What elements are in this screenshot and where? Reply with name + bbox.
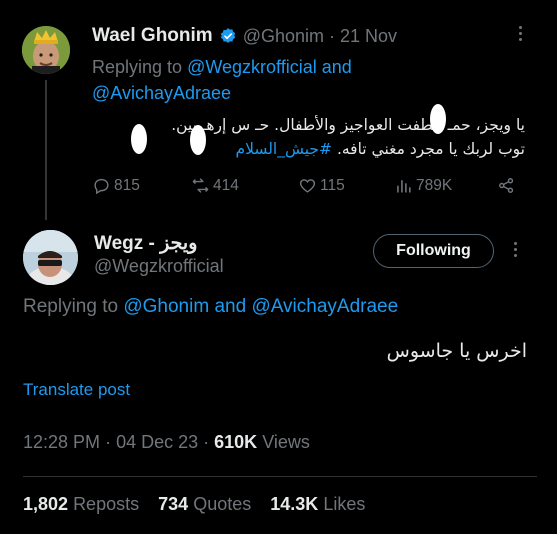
tweet-thread: Wael Ghonim @Ghonim · 21 Nov Replying to… xyxy=(0,0,557,534)
views-button[interactable]: 789K xyxy=(394,176,452,195)
views-icon xyxy=(397,179,411,193)
more-icon[interactable] xyxy=(519,26,523,41)
tweet-date[interactable]: 04 Dec 23 xyxy=(116,432,198,452)
author-name[interactable]: Wegz - ويجز xyxy=(94,232,197,255)
replying-prefix: Replying to xyxy=(23,296,119,317)
author-handle[interactable]: @Ghonim xyxy=(243,26,324,47)
separator-dot: · xyxy=(329,25,336,46)
quotes-stat[interactable]: 734 Quotes xyxy=(158,494,251,514)
replying-to: Replying to @Ghonim and @AvichayAdraee xyxy=(23,296,398,318)
like-count: 115 xyxy=(320,176,345,194)
hashtag-link[interactable]: #جيش_السلام xyxy=(236,140,332,158)
repost-button[interactable]: 414 xyxy=(191,176,239,195)
divider xyxy=(23,476,537,477)
reposts-stat[interactable]: 1,802 Reposts xyxy=(23,494,139,514)
mention-and: and xyxy=(321,57,352,77)
likes-count: 14.3K xyxy=(270,494,319,514)
reply-icon xyxy=(94,178,109,195)
replying-prefix: Replying to xyxy=(92,57,183,77)
likes-label: Likes xyxy=(323,494,366,514)
engagement-stats: 1,802 Reposts 734 Quotes 14.3K Likes xyxy=(23,494,365,515)
tweet-time[interactable]: 12:28 PM xyxy=(23,432,100,452)
parent-tweet[interactable]: Wael Ghonim @Ghonim · 21 Nov Replying to… xyxy=(0,0,557,220)
avatar[interactable] xyxy=(22,26,70,74)
reposts-label: Reposts xyxy=(73,494,140,514)
reposts-count: 1,802 xyxy=(23,494,69,514)
verified-badge-icon xyxy=(220,28,235,43)
mention-link[interactable]: @Wegzkrofficial xyxy=(187,57,317,77)
mention-link[interactable]: @AvichayAdraee xyxy=(92,83,231,103)
avatar[interactable] xyxy=(23,230,78,285)
tweet-text-line: يا ويجز، حمـ خطفت العواجيز والأطفال. حـ … xyxy=(171,116,525,134)
more-icon[interactable] xyxy=(514,242,518,257)
share-icon xyxy=(499,178,514,193)
author-handle[interactable]: @Wegzkrofficial xyxy=(94,256,224,277)
tweet-text-line: توب لربك يا مجرد مغني تافه. #جيش_السلام xyxy=(90,137,525,161)
thread-connector-line xyxy=(45,80,47,220)
separator-dot: · xyxy=(105,432,117,452)
parent-tweet-text: يا ويجز، حمـ خطفت العواجيز والأطفال. حـ … xyxy=(90,113,525,161)
share-button[interactable] xyxy=(497,176,516,195)
redaction-mark xyxy=(430,104,446,134)
repost-count: 414 xyxy=(213,176,239,194)
quotes-label: Quotes xyxy=(193,494,252,514)
views-label: Views xyxy=(262,432,310,452)
redaction-mark xyxy=(131,124,147,154)
following-button[interactable]: Following xyxy=(373,234,494,268)
like-button[interactable]: 115 xyxy=(298,176,345,195)
tweet-meta: 12:28 PM · 04 Dec 23 · 610K Views xyxy=(23,432,310,453)
repost-icon xyxy=(192,178,209,193)
replying-to: Replying to @Wegzkrofficial and @Avichay… xyxy=(92,54,422,106)
quotes-count: 734 xyxy=(158,494,189,514)
mention-and: and xyxy=(214,296,247,317)
reply-count: 815 xyxy=(114,176,140,194)
heart-icon xyxy=(299,179,316,193)
parent-tweet-actions: 815 414 115 789K xyxy=(92,176,522,200)
reply-button[interactable]: 815 xyxy=(92,176,140,195)
parent-tweet-header: Wael Ghonim @Ghonim · 21 Nov xyxy=(92,24,397,48)
likes-stat[interactable]: 14.3K Likes xyxy=(270,494,365,514)
views-count: 789K xyxy=(416,176,453,194)
mention-link[interactable]: @Ghonim xyxy=(123,296,209,317)
mention-link[interactable]: @AvichayAdraee xyxy=(251,296,398,317)
tweet-text-fragment: توب لربك يا مجرد مغني تافه. xyxy=(336,140,525,158)
translate-post-link[interactable]: Translate post xyxy=(23,380,130,400)
author-name[interactable]: Wael Ghonim xyxy=(92,25,213,47)
views-count: 610K xyxy=(214,432,258,452)
tweet-date[interactable]: 21 Nov xyxy=(340,26,397,47)
tweet-text: اخرس يا جاسوس xyxy=(386,340,527,362)
separator-dot: · xyxy=(203,432,215,452)
redaction-mark xyxy=(190,125,206,155)
